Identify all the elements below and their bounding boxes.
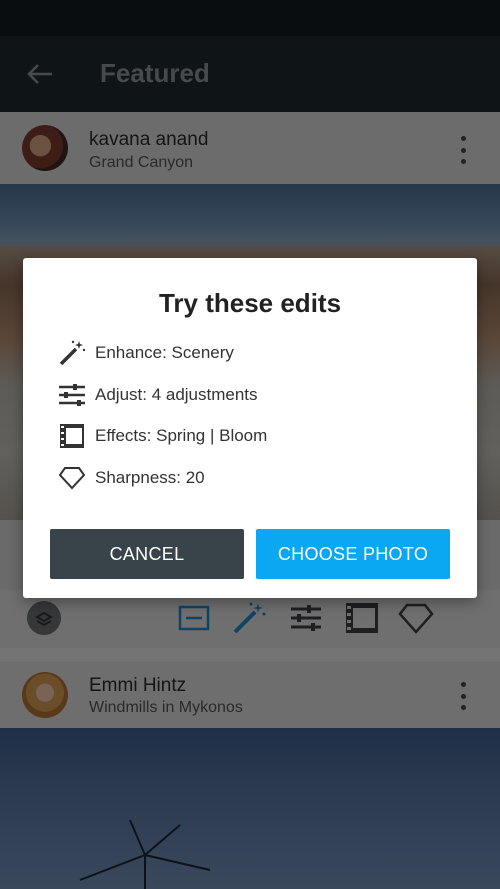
dialog-title: Try these edits [158,288,342,318]
diamond-icon [57,463,87,493]
edit-item-label: Adjust: 4 adjustments [95,385,258,404]
film-icon [57,421,87,451]
cancel-button[interactable]: CANCEL [50,529,244,579]
edit-item-label: Effects: Spring | Bloom [95,426,268,445]
choose-photo-button[interactable]: CHOOSE PHOTO [256,529,450,579]
edit-item-adjust: Adjust: 4 adjustments [57,380,258,410]
edit-item-effects: Effects: Spring | Bloom [57,421,267,451]
edit-item-sharpness: Sharpness: 20 [57,463,205,493]
magic-wand-icon [57,338,87,368]
edit-item-enhance: Enhance: Scenery [57,338,234,368]
sliders-icon [57,380,87,410]
edit-item-label: Enhance: Scenery [95,343,234,362]
try-edits-dialog: Try these edits Enhance: Scenery Adjust:… [23,258,477,598]
edit-item-label: Sharpness: 20 [95,468,205,487]
